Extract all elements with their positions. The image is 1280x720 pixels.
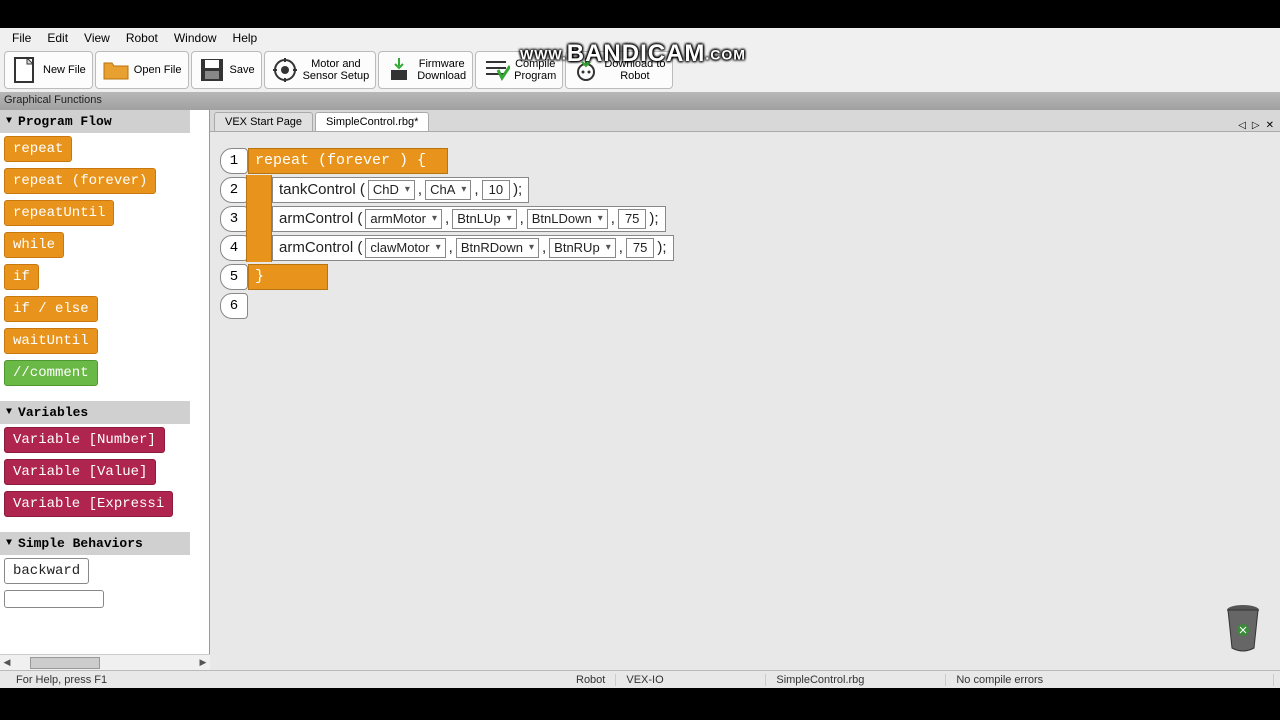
tab-nav: ◁ ▷ ✕	[1236, 120, 1276, 131]
toolbar-openfile[interactable]: Open File	[95, 51, 189, 89]
toolbar-motorsetup[interactable]: Motor andSensor Setup	[264, 51, 377, 89]
menu-edit[interactable]: Edit	[39, 31, 76, 45]
label: FirmwareDownload	[417, 58, 466, 82]
block-var-expression[interactable]: Variable [Expressi	[4, 491, 173, 517]
trash-icon[interactable]	[1222, 600, 1264, 654]
toolbar-firmware[interactable]: FirmwareDownload	[378, 51, 473, 89]
block-comment[interactable]: //comment	[4, 360, 98, 386]
menu-file[interactable]: File	[4, 31, 39, 45]
line-number: 3	[220, 206, 248, 232]
save-icon	[198, 56, 226, 84]
block-repeat[interactable]: repeat	[4, 136, 72, 162]
code-editor[interactable]: 1 repeat (forever ) { 2 tankControl ( Ch…	[210, 132, 1280, 670]
block-waituntil[interactable]: waitUntil	[4, 328, 98, 354]
compile-icon	[482, 56, 510, 84]
dropdown-btnldown[interactable]: BtnLDown	[527, 209, 608, 229]
code-armcontrol-2[interactable]: armControl ( clawMotor, BtnRDown, BtnRUp…	[272, 235, 674, 261]
category-variables[interactable]: Variables	[0, 401, 190, 424]
line-number: 5	[220, 264, 248, 290]
chip-icon	[385, 56, 413, 84]
statusbar: For Help, press F1 Robot VEX-IO SimpleCo…	[0, 670, 1280, 688]
menu-view[interactable]: View	[76, 31, 118, 45]
tab-strip: VEX Start Page SimpleControl.rbg* ◁ ▷ ✕	[210, 110, 1280, 132]
dropdown-armmotor[interactable]: armMotor	[365, 209, 442, 229]
block-if[interactable]: if	[4, 264, 39, 290]
line-number: 6	[220, 293, 248, 319]
line-number: 1	[220, 148, 248, 174]
block-repeatuntil[interactable]: repeatUntil	[4, 200, 114, 226]
label: CompileProgram	[514, 58, 556, 82]
toolbar-download[interactable]: Download toRobot	[565, 51, 672, 89]
menubar: File Edit View Robot Window Help	[0, 28, 1280, 48]
pane-header: Graphical Functions	[0, 92, 1280, 110]
app-window: File Edit View Robot Window Help New Fil…	[0, 28, 1280, 688]
input-armspeed-1[interactable]: 75	[618, 209, 646, 229]
code-tankcontrol[interactable]: tankControl ( ChD, ChA, 10 );	[272, 177, 529, 203]
block-blank[interactable]	[4, 590, 104, 608]
menu-robot[interactable]: Robot	[118, 31, 166, 45]
tab-next-icon[interactable]: ▷	[1250, 120, 1262, 131]
block-while[interactable]: while	[4, 232, 64, 258]
line-number: 2	[220, 177, 248, 203]
code-close-brace[interactable]: }	[248, 264, 328, 290]
toolbar-newfile[interactable]: New File	[4, 51, 93, 89]
block-var-number[interactable]: Variable [Number]	[4, 427, 165, 453]
indent-bar	[246, 204, 272, 233]
status-platform: VEX-IO	[616, 674, 766, 686]
status-robot: Robot	[566, 674, 616, 686]
block-var-value[interactable]: Variable [Value]	[4, 459, 156, 485]
dropdown-clawmotor[interactable]: clawMotor	[365, 238, 445, 258]
dropdown-cha[interactable]: ChA	[425, 180, 471, 200]
tab-prev-icon[interactable]: ◁	[1236, 120, 1248, 131]
openfile-icon	[102, 56, 130, 84]
scroll-thumb[interactable]	[30, 657, 100, 669]
main-area: VEX Start Page SimpleControl.rbg* ◁ ▷ ✕ …	[210, 110, 1280, 670]
input-armspeed-2[interactable]: 75	[626, 238, 654, 258]
status-compile: No compile errors	[946, 674, 1274, 686]
label: Motor andSensor Setup	[303, 58, 370, 82]
line-number: 4	[220, 235, 248, 261]
category-simple-behaviors[interactable]: Simple Behaviors	[0, 532, 190, 555]
tab-start-page[interactable]: VEX Start Page	[214, 112, 313, 131]
robot-icon	[572, 56, 600, 84]
block-repeat-forever[interactable]: repeat (forever)	[4, 168, 156, 194]
sidebar-hscroll[interactable]: ◀ ▶	[0, 654, 210, 670]
indent-bar	[246, 233, 272, 262]
code-repeat-forever[interactable]: repeat (forever ) {	[248, 148, 448, 174]
dropdown-btnrdown[interactable]: BtnRDown	[456, 238, 539, 258]
scroll-right-icon[interactable]: ▶	[196, 657, 210, 668]
dropdown-btnrup[interactable]: BtnRUp	[549, 238, 616, 258]
input-tankspeed[interactable]: 10	[482, 180, 510, 200]
toolbar-compile[interactable]: CompileProgram	[475, 51, 563, 89]
dropdown-btnlup[interactable]: BtnLUp	[452, 209, 516, 229]
block-if-else[interactable]: if / else	[4, 296, 98, 322]
tab-close-icon[interactable]: ✕	[1264, 120, 1276, 131]
status-help: For Help, press F1	[6, 674, 566, 686]
block-backward[interactable]: backward	[4, 558, 89, 584]
label: Download toRobot	[604, 58, 665, 82]
scroll-left-icon[interactable]: ◀	[0, 657, 14, 668]
menu-window[interactable]: Window	[166, 31, 225, 45]
sidebar[interactable]: Program Flow repeat repeat (forever) rep…	[0, 110, 210, 670]
menu-help[interactable]: Help	[225, 31, 266, 45]
dropdown-chd[interactable]: ChD	[368, 180, 415, 200]
status-file: SimpleControl.rbg	[766, 674, 946, 686]
toolbar-save[interactable]: Save	[191, 51, 262, 89]
indent-bar	[246, 175, 272, 204]
gear-icon	[271, 56, 299, 84]
tab-simplecontrol[interactable]: SimpleControl.rbg*	[315, 112, 429, 131]
toolbar: New File Open File Save Motor andSensor …	[0, 48, 1280, 92]
code-armcontrol-1[interactable]: armControl ( armMotor, BtnLUp, BtnLDown,…	[272, 206, 666, 232]
category-program-flow[interactable]: Program Flow	[0, 110, 190, 133]
newfile-icon	[11, 56, 39, 84]
